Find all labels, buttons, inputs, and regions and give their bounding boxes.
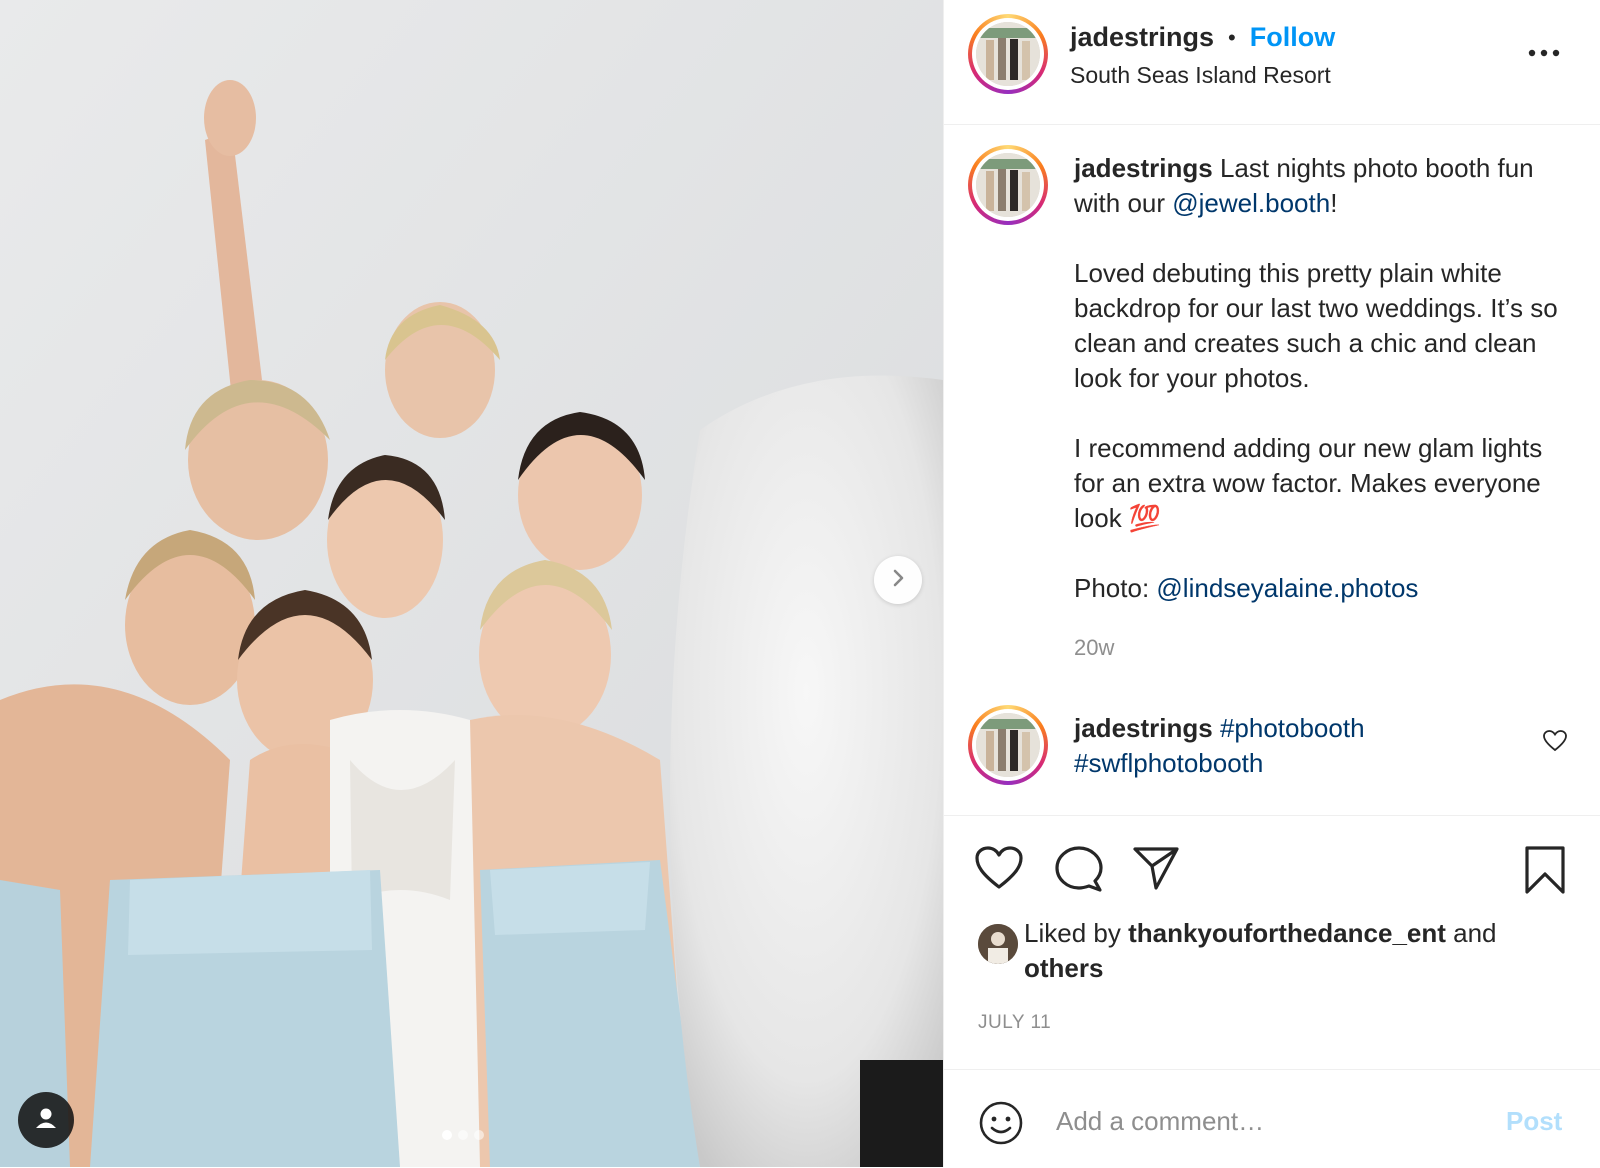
caption-paragraph-2: Loved debuting this pretty plain white b…	[1074, 258, 1558, 393]
post-date[interactable]: JULY 11	[978, 1012, 1051, 1034]
post-side-panel: jadestrings • Follow South Seas Island R…	[943, 0, 1600, 1167]
add-comment-bar: Post	[944, 1069, 1600, 1168]
tagged-users-button[interactable]	[18, 1092, 74, 1148]
likes-summary: Liked by thankyouforthedance_ent and oth…	[1024, 916, 1564, 986]
hashtag-link[interactable]: #swflphotobooth	[1074, 748, 1263, 778]
caption-avatar[interactable]	[968, 145, 1048, 225]
comment-username[interactable]: jadestrings	[1074, 713, 1213, 743]
bookmark-icon	[1524, 846, 1566, 899]
caption-text: !	[1330, 188, 1338, 218]
post-photo	[0, 0, 943, 1167]
mention-link[interactable]: @lindseyalaine.photos	[1156, 573, 1418, 603]
heart-icon	[974, 846, 1024, 895]
caption-paragraph-1: jadestrings Last nights photo booth fun …	[1074, 151, 1574, 221]
avatar[interactable]	[968, 14, 1048, 94]
caption-paragraph-4: Photo: @lindseyalaine.photos	[1074, 571, 1574, 606]
carousel-next-button[interactable]	[874, 556, 922, 604]
caption-paragraph-3: I recommend adding our new glam lights f…	[1074, 431, 1574, 536]
post-comment-button[interactable]: Post	[1506, 1106, 1562, 1137]
comment-bubble-icon	[1054, 846, 1104, 897]
comment-like-button[interactable]	[1542, 729, 1568, 758]
liker-avatar[interactable]	[978, 924, 1018, 964]
like-button[interactable]	[974, 845, 1024, 896]
comment-avatar[interactable]	[968, 705, 1048, 785]
save-button[interactable]	[1524, 845, 1566, 900]
send-icon	[1132, 847, 1180, 895]
follow-button[interactable]: Follow	[1250, 22, 1335, 53]
carousel-dot	[458, 1130, 468, 1140]
post-actions-bar	[944, 845, 1600, 905]
hundred-emoji: 💯	[1128, 503, 1162, 533]
post-media[interactable]	[0, 0, 943, 1167]
post-caption: jadestrings Last nights photo booth fun …	[1074, 151, 1574, 606]
post-header: jadestrings • Follow South Seas Island R…	[944, 0, 1600, 125]
header-username[interactable]: jadestrings	[1070, 22, 1214, 53]
location-link[interactable]: South Seas Island Resort	[1070, 62, 1331, 89]
carousel-indicator	[442, 1130, 484, 1140]
user-tag-icon	[33, 1105, 59, 1136]
carousel-dot	[442, 1130, 452, 1140]
liker-username[interactable]: thankyouforthedance_ent	[1128, 918, 1446, 948]
more-options-button[interactable]	[1524, 38, 1564, 68]
caption-timestamp[interactable]: 20w	[1074, 635, 1114, 661]
chevron-right-icon	[888, 568, 908, 593]
likes-and: and	[1445, 918, 1497, 948]
comments-section: jadestrings Last nights photo booth fun …	[944, 125, 1600, 816]
instagram-post: jadestrings • Follow South Seas Island R…	[0, 0, 1600, 1167]
likes-prefix: Liked by	[1024, 918, 1129, 948]
separator-dot: •	[1228, 24, 1236, 50]
heart-icon	[1542, 730, 1568, 757]
comment-item: jadestrings #photobooth #swflphotobooth	[1074, 711, 1534, 781]
caption-text: Photo:	[1074, 573, 1157, 603]
comment-button[interactable]	[1054, 845, 1104, 898]
emoji-button[interactable]	[978, 1100, 1024, 1151]
hashtag-link[interactable]: #photobooth	[1220, 713, 1365, 743]
comment-input[interactable]	[1054, 1098, 1478, 1144]
likes-others-link[interactable]: others	[1024, 953, 1103, 983]
carousel-dot	[474, 1130, 484, 1140]
more-options-icon	[1528, 44, 1560, 62]
caption-username[interactable]: jadestrings	[1074, 153, 1213, 183]
header-user-line: jadestrings • Follow	[1070, 22, 1335, 53]
share-button[interactable]	[1132, 845, 1180, 896]
mention-link[interactable]: @jewel.booth	[1172, 188, 1330, 218]
smiley-icon	[978, 1101, 1024, 1150]
